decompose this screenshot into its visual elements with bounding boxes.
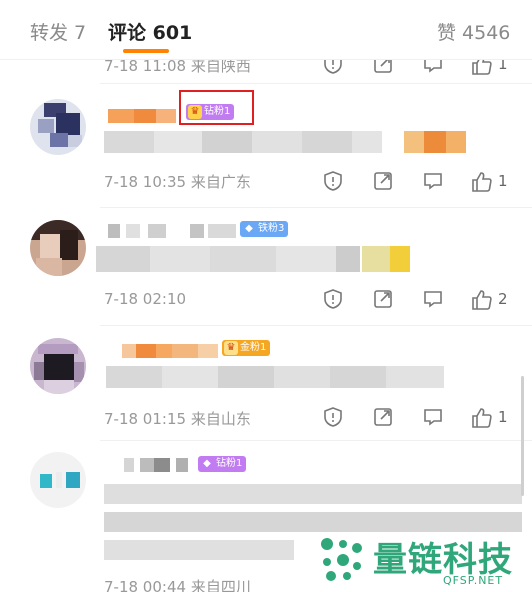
- comment-text: [104, 131, 466, 153]
- like-icon: [472, 290, 492, 310]
- comment-time: 7-18 02:10: [104, 290, 187, 308]
- comment-icon: [424, 409, 442, 426]
- watermark-icon: [321, 538, 362, 581]
- comment-actions: 2: [282, 288, 532, 312]
- tab-likes[interactable]: 赞 4546: [437, 18, 510, 45]
- avatar[interactable]: [30, 220, 86, 276]
- comment-time: 7-18 01:15 来自山东: [104, 410, 251, 428]
- comment-time: 7-18 00:44 来自四川: [104, 578, 251, 592]
- active-tab-indicator: [123, 49, 169, 53]
- comment-actions: 1: [282, 170, 532, 194]
- share-icon: [374, 290, 392, 308]
- fan-badge: ♛ 金粉1: [222, 340, 271, 356]
- like-icon: [472, 408, 492, 428]
- comment-icon: [424, 173, 442, 190]
- comment-actions: 1: [282, 406, 532, 430]
- divider: [100, 207, 532, 208]
- divider: [100, 83, 532, 84]
- tab-repost[interactable]: 转发 7: [30, 18, 86, 45]
- avatar[interactable]: [30, 452, 86, 508]
- shield-icon: [324, 171, 342, 191]
- fan-badge: ◆ 铁粉3: [240, 221, 289, 237]
- shield-icon: [324, 407, 342, 427]
- fan-badge: ◆ 钻粉1: [198, 456, 247, 472]
- like-count: 2: [498, 290, 508, 308]
- share-icon: [374, 172, 392, 190]
- like-count: 1: [498, 172, 508, 190]
- scrollbar[interactable]: [521, 376, 524, 496]
- comment-time: 7-18 10:35 来自广东: [104, 173, 251, 191]
- comment-icon: [424, 291, 442, 308]
- username[interactable]: [108, 109, 178, 123]
- like-icon: [472, 172, 492, 192]
- diamond-icon: ◆: [245, 223, 253, 234]
- diamond-icon: ◆: [203, 458, 211, 469]
- watermark-url: QFSP.NET: [443, 574, 504, 587]
- like-count: 1: [498, 408, 508, 426]
- avatar[interactable]: [30, 99, 86, 155]
- comment-tabs: 转发 7 评论 601 赞 4546: [0, 0, 532, 60]
- username[interactable]: [124, 458, 190, 472]
- crown-icon: ♛: [224, 341, 238, 355]
- divider: [100, 325, 532, 326]
- divider: [100, 440, 532, 441]
- highlight-box: [179, 90, 254, 125]
- comment-text: [106, 366, 444, 388]
- shield-icon: [324, 289, 342, 309]
- tab-comments[interactable]: 评论 601: [108, 18, 192, 45]
- watermark-logo: 量链科技 QFSP.NET: [313, 530, 532, 592]
- username[interactable]: [108, 224, 238, 238]
- share-icon: [374, 408, 392, 426]
- avatar[interactable]: [30, 338, 86, 394]
- username[interactable]: [122, 344, 222, 358]
- comment-text: [96, 246, 412, 272]
